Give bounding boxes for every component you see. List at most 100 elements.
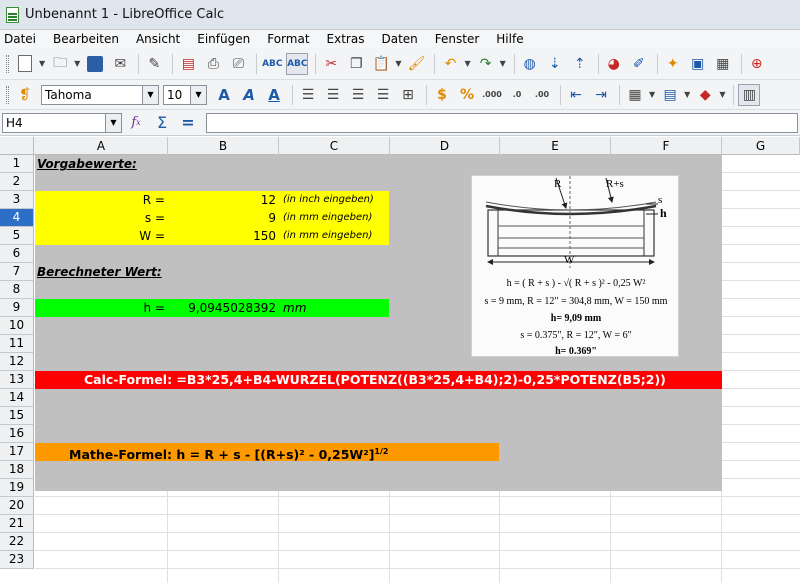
row-header-6[interactable]: 6 (0, 245, 34, 263)
menu-ansicht[interactable]: Ansicht (136, 32, 180, 46)
remove-decimal-button[interactable]: .00 (531, 84, 553, 106)
cell-a7[interactable]: Berechneter Wert: (37, 263, 162, 281)
navigator-button[interactable]: ✦ (662, 53, 684, 75)
column-header-a[interactable]: A (35, 137, 168, 155)
cell-b5[interactable]: 150 (168, 227, 276, 245)
hyperlink-button[interactable]: ◍ (519, 53, 541, 75)
sort-ascending-button[interactable]: ⇣ (544, 53, 566, 75)
clone-formatting-button[interactable]: 🖌 (405, 53, 427, 75)
chevron-down-icon[interactable]: ▼ (190, 85, 206, 104)
background-color-button[interactable]: ▤ (659, 84, 681, 106)
decrease-indent-button[interactable]: ⇤ (565, 84, 587, 106)
chevron-down-icon[interactable]: ▼ (719, 90, 725, 99)
select-all-corner[interactable] (0, 137, 34, 155)
standard-format-button[interactable]: .000 (481, 84, 503, 106)
function-wizard-icon[interactable]: fx (124, 113, 148, 133)
cut-button[interactable]: ✂ (320, 53, 342, 75)
menu-format[interactable]: Format (267, 32, 309, 46)
cell-c9[interactable]: mm (283, 299, 306, 317)
row-header-8[interactable]: 8 (0, 281, 34, 299)
column-header-g[interactable]: G (722, 137, 800, 155)
cell-a9[interactable]: h = (35, 299, 165, 317)
formula-input[interactable] (206, 112, 798, 133)
chevron-down-icon[interactable]: ▼ (105, 113, 121, 132)
cell-b9[interactable]: 9,0945028392 (168, 299, 276, 317)
new-document-button[interactable] (14, 53, 36, 75)
row-header-4[interactable]: 4 (0, 209, 34, 227)
cell-a1[interactable]: Vorgabewerte: (37, 155, 137, 173)
row-header-7[interactable]: 7 (0, 263, 34, 281)
column-header-e[interactable]: E (500, 137, 611, 155)
row-header-1[interactable]: 1 (0, 155, 34, 173)
chevron-down-icon[interactable]: ▼ (684, 90, 690, 99)
font-size-select[interactable]: 10 ▼ (163, 84, 207, 105)
print-button[interactable]: ⎙ (202, 53, 224, 75)
insert-chart-button[interactable]: ◕ (603, 53, 625, 75)
help-button[interactable]: ⊕ (746, 53, 768, 75)
font-name-select[interactable]: Tahoma ▼ (41, 84, 159, 105)
menu-hilfe[interactable]: Hilfe (496, 32, 523, 46)
export-pdf-button[interactable]: ▤ (177, 53, 199, 75)
sort-descending-button[interactable]: ⇡ (569, 53, 591, 75)
column-header-b[interactable]: B (168, 137, 279, 155)
row-header-19[interactable]: 19 (0, 479, 34, 497)
cell-a17[interactable]: Mathe-Formel: h = R + s - [(R+s)² - 0,25… (69, 443, 388, 464)
chevron-down-icon[interactable]: ▼ (74, 59, 80, 68)
formula-icon[interactable]: = (176, 113, 200, 133)
row-header-12[interactable]: 12 (0, 353, 34, 371)
redo-button[interactable]: ↷ (475, 53, 497, 75)
borders-button[interactable]: ▦ (624, 84, 646, 106)
menu-datei[interactable]: Datei (4, 32, 36, 46)
toolbar-grip[interactable] (6, 85, 9, 104)
justify-button[interactable]: ☰ (372, 84, 394, 106)
row-header-17[interactable]: 17 (0, 443, 34, 461)
row-header-20[interactable]: 20 (0, 497, 34, 515)
save-button[interactable] (84, 53, 106, 75)
row-header-22[interactable]: 22 (0, 533, 34, 551)
autospellcheck-button[interactable]: ABC (286, 52, 309, 75)
menu-einfuegen[interactable]: Einfügen (197, 32, 250, 46)
align-center-button[interactable]: ☰ (322, 84, 344, 106)
chevron-down-icon[interactable]: ▼ (649, 90, 655, 99)
cell-b3[interactable]: 12 (168, 191, 276, 209)
column-header-d[interactable]: D (390, 137, 500, 155)
formula-diagram-image[interactable]: R R+s s h W h = ( R + s ) - √( R + s )² … (471, 175, 679, 357)
row-header-3[interactable]: 3 (0, 191, 34, 209)
sum-icon[interactable]: Σ (150, 113, 174, 133)
spellcheck-button[interactable]: ABC (261, 53, 283, 75)
open-button[interactable]: 🗀 (49, 53, 71, 75)
underline-button[interactable]: A (263, 84, 285, 106)
bold-button[interactable]: A (213, 84, 235, 106)
show-draw-functions-button[interactable]: ✐ (628, 53, 650, 75)
align-left-button[interactable]: ☰ (297, 84, 319, 106)
row-header-10[interactable]: 10 (0, 317, 34, 335)
edit-mode-button[interactable]: ✎ (143, 53, 165, 75)
row-header-9[interactable]: 9 (0, 299, 34, 317)
cell-b4[interactable]: 9 (168, 209, 276, 227)
menu-bearbeiten[interactable]: Bearbeiten (53, 32, 119, 46)
row-header-23[interactable]: 23 (0, 551, 34, 569)
chevron-down-icon[interactable]: ▼ (142, 85, 158, 104)
row-header-15[interactable]: 15 (0, 407, 34, 425)
cell-c4[interactable]: (in mm eingeben) (283, 209, 372, 227)
menu-daten[interactable]: Daten (381, 32, 417, 46)
cell-c5[interactable]: (in mm eingeben) (283, 227, 372, 245)
cell-a3[interactable]: R = (35, 191, 165, 209)
row-header-13[interactable]: 13 (0, 371, 34, 389)
menu-fenster[interactable]: Fenster (435, 32, 480, 46)
chevron-down-icon[interactable]: ▼ (39, 59, 45, 68)
cell-c3[interactable]: (in inch eingeben) (283, 191, 374, 209)
add-decimal-button[interactable]: .0 (506, 84, 528, 106)
font-color-button[interactable]: ◆ (694, 84, 716, 106)
toggle-grid-button[interactable]: ▥ (738, 83, 761, 106)
paste-button[interactable]: 📋 (370, 53, 392, 75)
italic-button[interactable]: A (238, 84, 260, 106)
currency-format-button[interactable]: $ (431, 84, 453, 106)
chevron-down-icon[interactable]: ▼ (464, 59, 470, 68)
row-header-18[interactable]: 18 (0, 461, 34, 479)
cell-a4[interactable]: s = (35, 209, 165, 227)
name-box[interactable]: H4 ▼ (2, 112, 122, 133)
chevron-down-icon[interactable]: ▼ (500, 59, 506, 68)
data-sources-button[interactable]: ▦ (712, 53, 734, 75)
column-header-c[interactable]: C (279, 137, 390, 155)
